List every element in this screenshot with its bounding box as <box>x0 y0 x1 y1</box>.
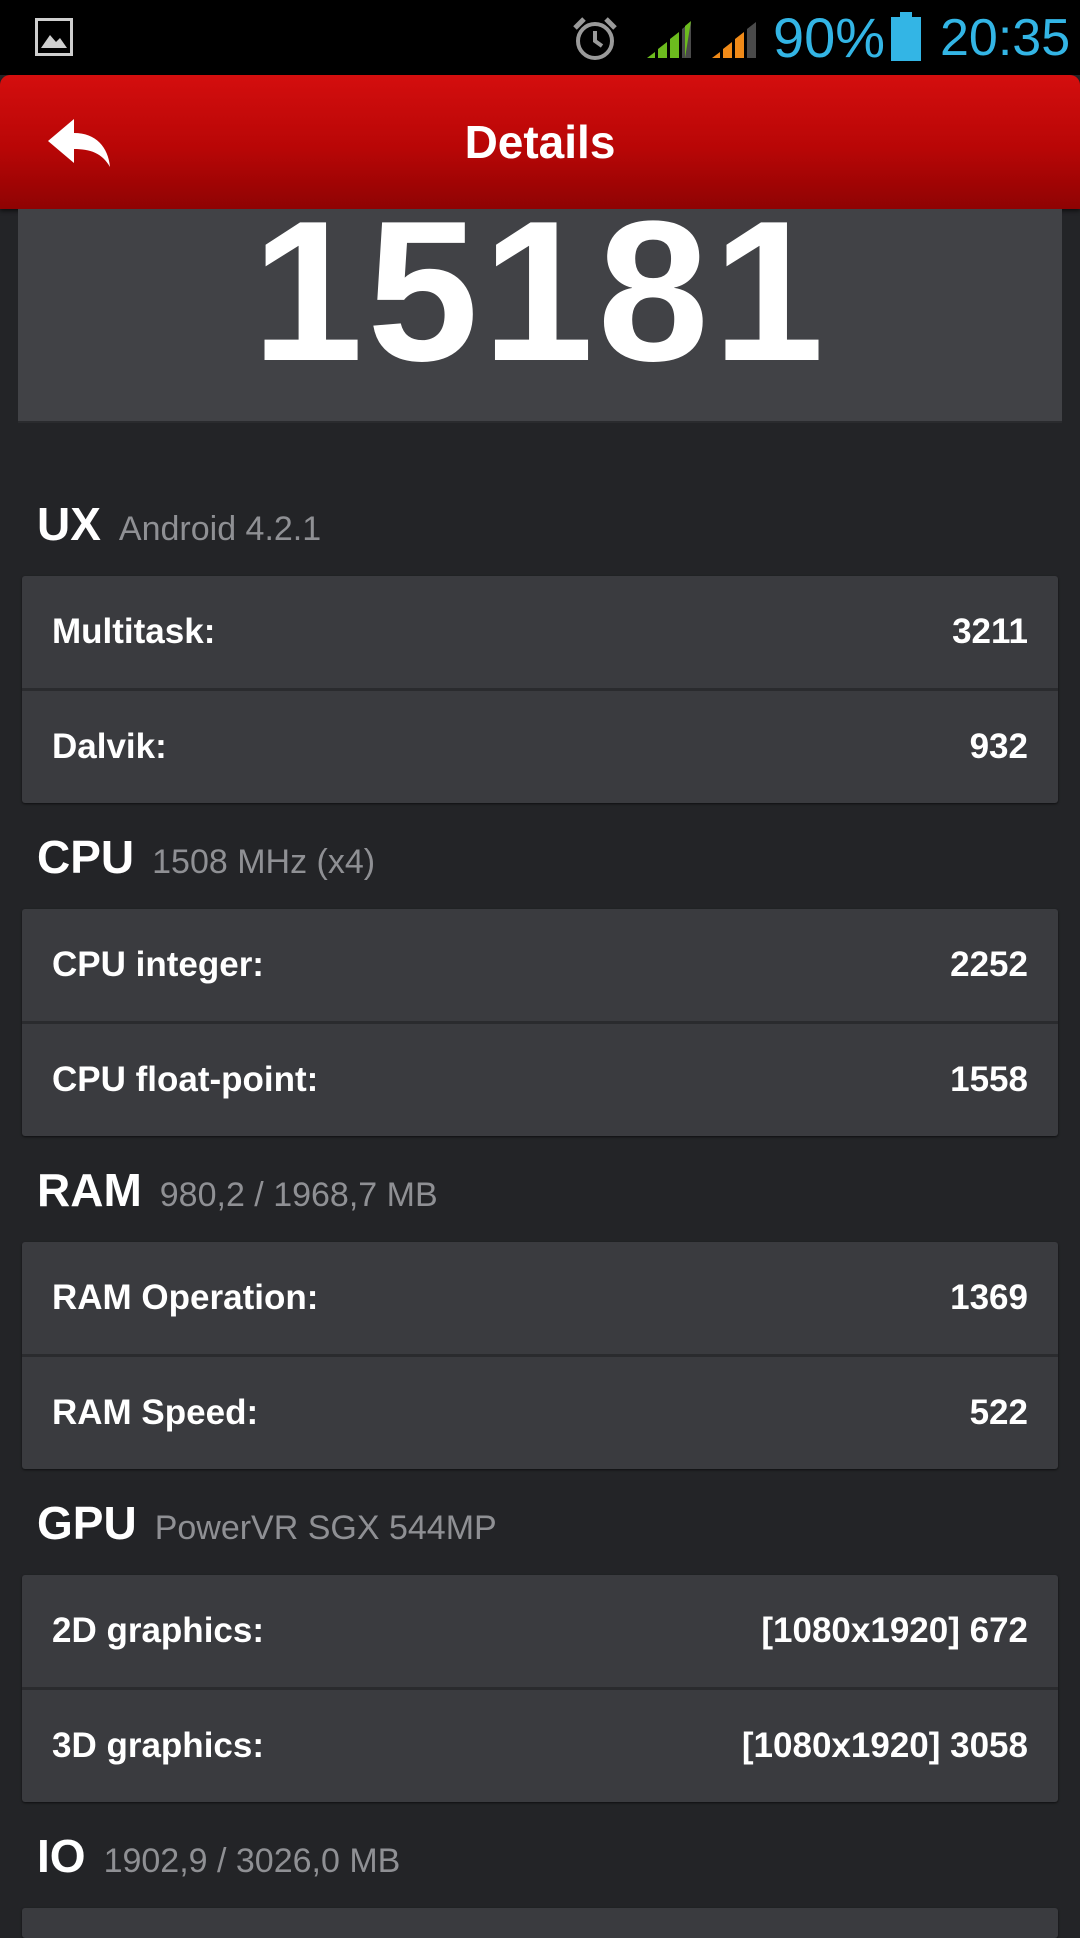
gallery-notification-icon <box>35 18 73 56</box>
result-row[interactable]: RAM Speed: 522 <box>22 1357 1058 1469</box>
section-subtitle: Android 4.2.1 <box>118 510 322 548</box>
result-label: 3D graphics: <box>52 1726 264 1765</box>
section-subtitle: 1902,9 / 3026,0 MB <box>103 1842 401 1880</box>
total-score: 15181 <box>251 180 829 403</box>
section-subtitle: 980,2 / 1968,7 MB <box>159 1176 438 1214</box>
section-subtitle: 1508 MHz (x4) <box>152 843 376 881</box>
result-label: CPU float-point: <box>52 1060 319 1099</box>
section-name: GPU <box>37 1497 137 1549</box>
section-name: UX <box>37 498 101 550</box>
result-label: Multitask: <box>52 612 216 651</box>
signal-icon <box>712 22 756 58</box>
result-label: RAM Operation: <box>52 1278 319 1317</box>
battery-icon <box>891 12 921 61</box>
result-value: 932 <box>969 727 1028 766</box>
ram-results-card: RAM Operation: 1369 RAM Speed: 522 <box>22 1242 1058 1469</box>
result-row[interactable]: RAM Operation: 1369 <box>22 1242 1058 1357</box>
result-label: RAM Speed: <box>52 1393 259 1432</box>
result-row[interactable]: Multitask: 3211 <box>22 576 1058 691</box>
result-value: 522 <box>969 1393 1028 1432</box>
result-label: Dalvik: <box>52 727 167 766</box>
result-label: CPU integer: <box>52 945 264 984</box>
result-value: 1369 <box>950 1278 1028 1317</box>
signal-icon <box>647 21 691 58</box>
section-header-cpu: CPU 1508 MHz (x4) <box>37 830 375 890</box>
result-row[interactable]: Dalvik: 932 <box>22 691 1058 803</box>
section-header-io: IO 1902,9 / 3026,0 MB <box>37 1829 400 1889</box>
battery-percent: 90% <box>773 6 886 69</box>
status-bar: 90% 20:35 <box>0 0 1080 75</box>
result-row[interactable]: 2D graphics: [1080x1920] 672 <box>22 1575 1058 1690</box>
io-results-card <box>22 1908 1058 1938</box>
section-header-ux: UX Android 4.2.1 <box>37 497 321 557</box>
result-label: 2D graphics: <box>52 1611 264 1650</box>
result-value: [1080x1920] 3058 <box>741 1726 1028 1765</box>
section-header-ram: RAM 980,2 / 1968,7 MB <box>37 1163 438 1223</box>
section-header-gpu: GPU PowerVR SGX 544MP <box>37 1496 497 1556</box>
section-subtitle: PowerVR SGX 544MP <box>154 1509 497 1547</box>
result-value: 1558 <box>950 1060 1028 1099</box>
cpu-results-card: CPU integer: 2252 CPU float-point: 1558 <box>22 909 1058 1136</box>
back-arrow-icon[interactable] <box>44 115 116 171</box>
total-score-card: 15181 <box>18 180 1062 423</box>
result-value: [1080x1920] 672 <box>761 1611 1028 1650</box>
ux-results-card: Multitask: 3211 Dalvik: 932 <box>22 576 1058 803</box>
section-name: IO <box>37 1830 86 1882</box>
result-value: 3211 <box>952 612 1028 651</box>
result-value: 2252 <box>950 945 1028 984</box>
result-row[interactable]: CPU float-point: 1558 <box>22 1024 1058 1136</box>
gpu-results-card: 2D graphics: [1080x1920] 672 3D graphics… <box>22 1575 1058 1802</box>
result-row[interactable]: CPU integer: 2252 <box>22 909 1058 1024</box>
section-name: RAM <box>37 1164 142 1216</box>
clock: 20:35 <box>940 9 1071 67</box>
section-name: CPU <box>37 831 135 883</box>
result-row[interactable]: 3D graphics: [1080x1920] 3058 <box>22 1690 1058 1802</box>
alarm-icon <box>573 17 617 60</box>
